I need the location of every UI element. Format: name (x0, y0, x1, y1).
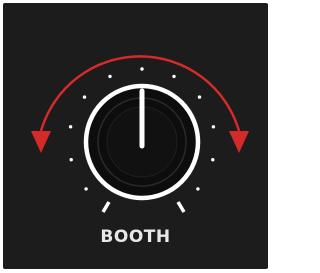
scale-dot (172, 74, 176, 79)
scale-dot (82, 95, 87, 99)
min-position-tick (101, 201, 111, 213)
scale-dot (196, 187, 200, 191)
scale-dot (140, 67, 144, 71)
max-position-tick (176, 201, 186, 213)
scale-dot (84, 187, 88, 191)
scale-dot (68, 125, 73, 129)
scale-dot (69, 158, 73, 162)
curved-arrow-left-icon (31, 131, 51, 153)
booth-knob[interactable] (83, 83, 201, 201)
scale-dot (211, 158, 215, 162)
booth-control-panel: BOOTH (3, 3, 268, 269)
booth-label: BOOTH (100, 227, 171, 247)
scale-dot (211, 125, 216, 129)
scale-dot (108, 74, 112, 79)
curved-arrow-right-icon (229, 131, 249, 153)
scale-dot (197, 95, 202, 99)
